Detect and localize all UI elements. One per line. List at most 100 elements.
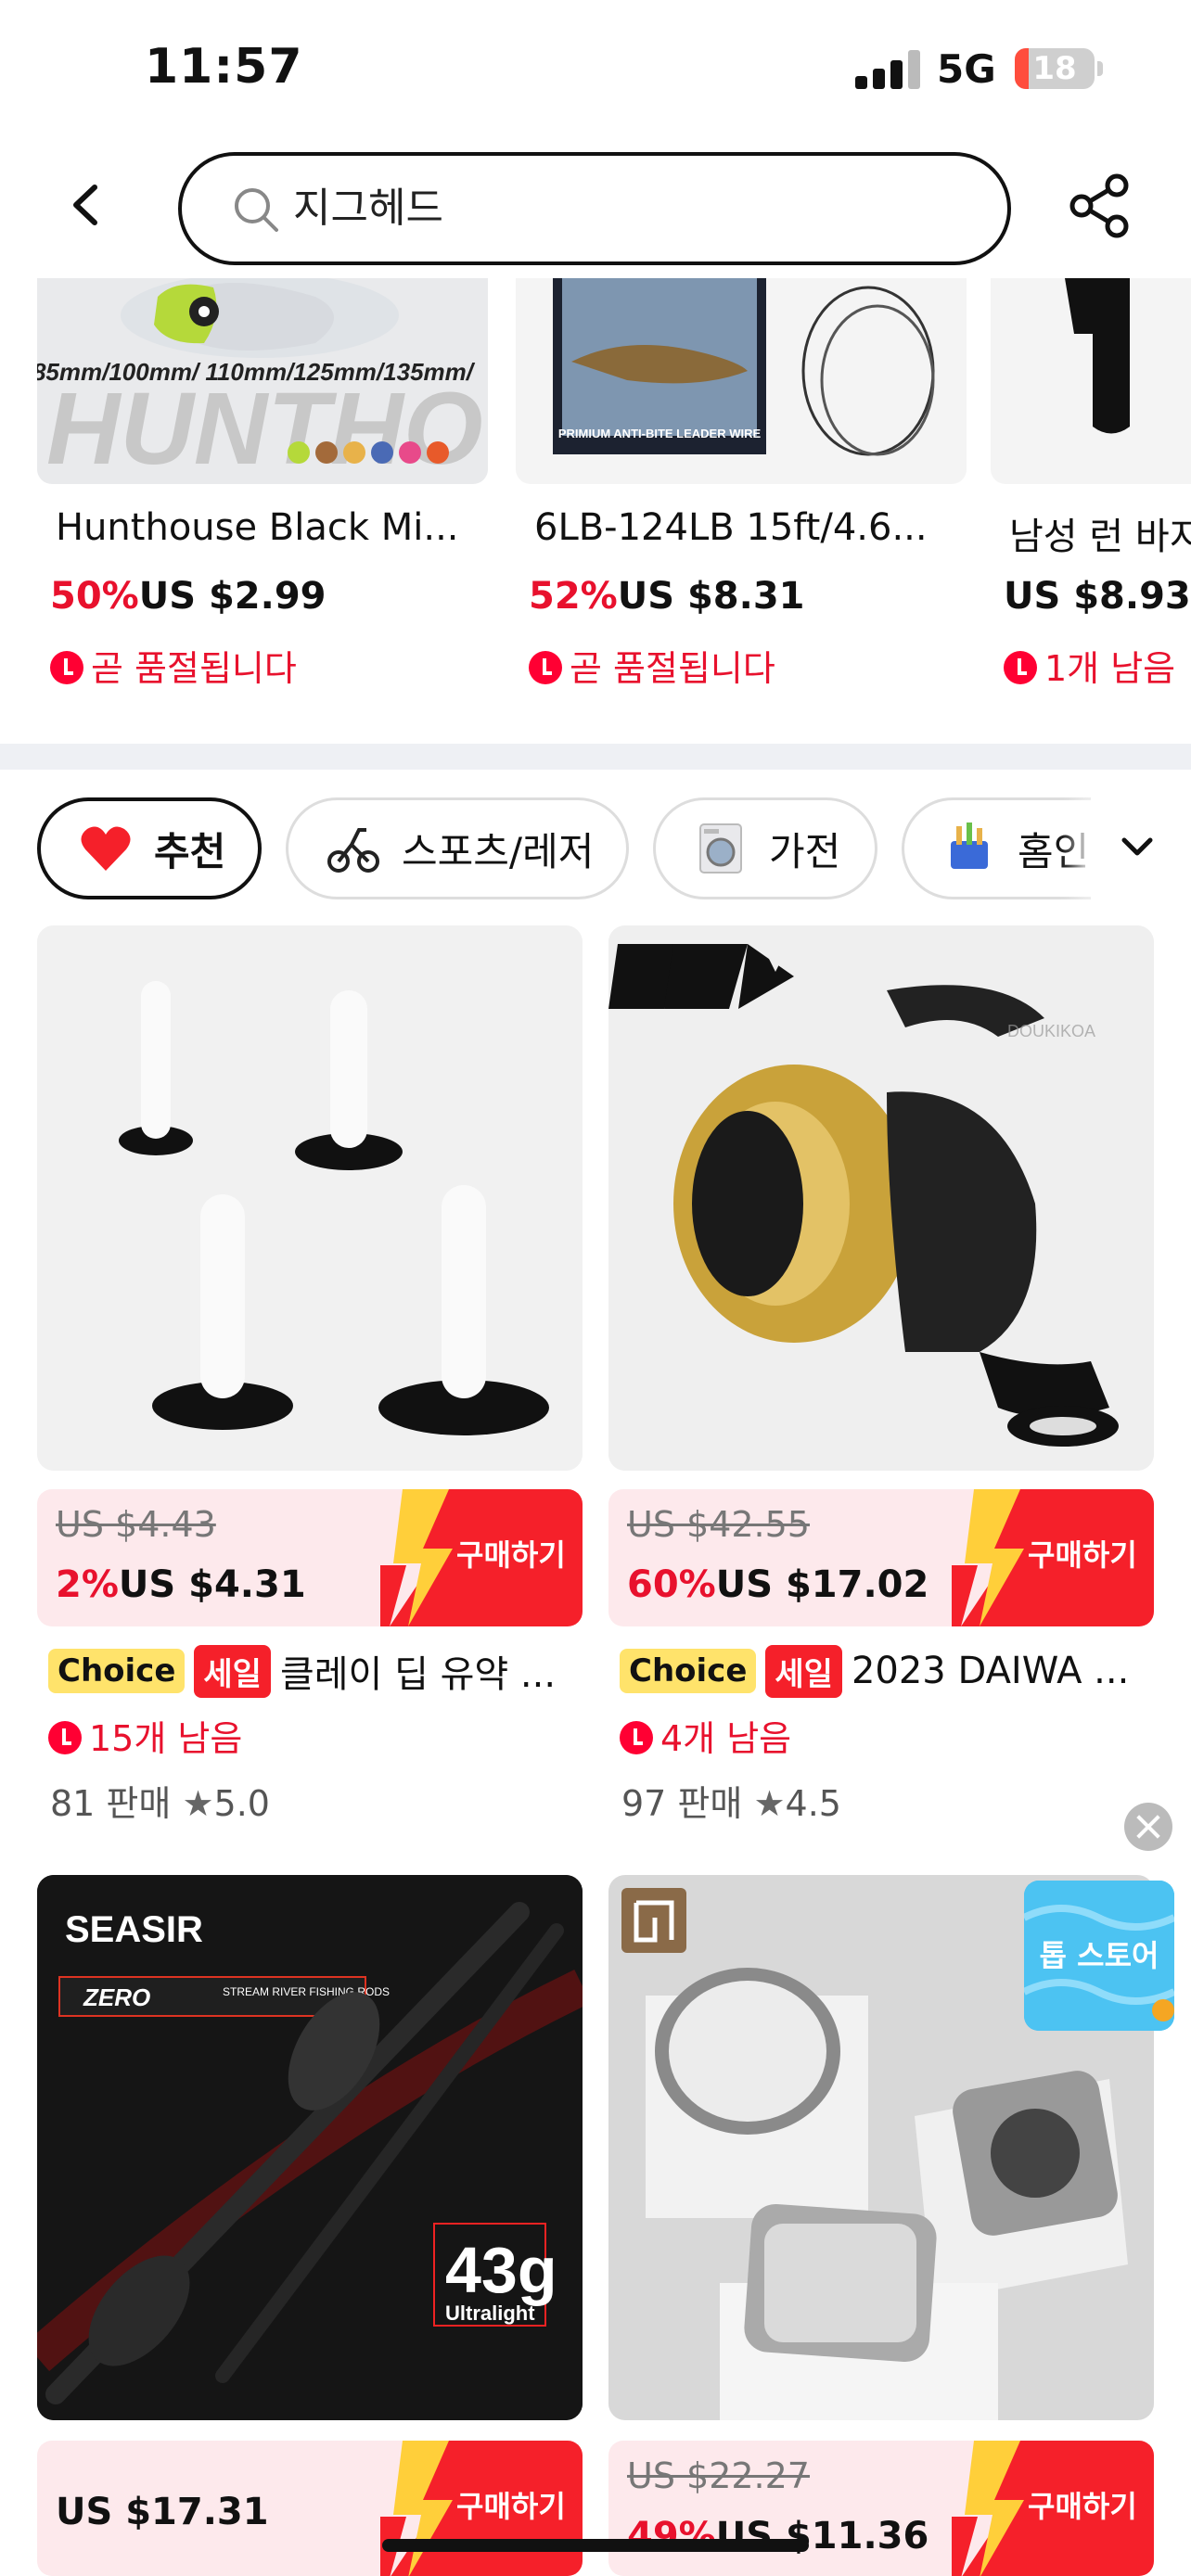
home-goods-icon	[951, 823, 988, 869]
sold-count: 81 판매	[50, 1783, 172, 1824]
urgency-text: 1개 남음	[1044, 648, 1176, 689]
expand-categories-button[interactable]	[1091, 797, 1191, 899]
chevron-down-icon	[1121, 837, 1153, 856]
top-store-floating-button[interactable]: 톱 스토어	[1024, 1881, 1174, 2031]
price-value: US $8.93	[1004, 575, 1191, 618]
strip-product-card[interactable]: 남성 런 바지 US $8.93 1개 남음	[991, 278, 1191, 740]
chip-recommend[interactable]: 추천	[37, 797, 262, 899]
product-price: US $8.93	[1004, 575, 1191, 618]
urgency-label: 1개 남음	[1004, 640, 1175, 691]
alarm-clock-icon	[48, 1721, 82, 1754]
back-button[interactable]	[56, 172, 121, 237]
heart-icon	[81, 826, 131, 871]
brand-text: SEASIR	[65, 1909, 203, 1950]
discount-percent: 50%	[50, 575, 139, 618]
battery-level: 18	[1032, 50, 1077, 87]
product-title: 클레이 딥 유약 ...	[279, 1653, 557, 1696]
home-indicator	[382, 2539, 809, 2552]
sale-price: 60%US $17.02	[627, 1563, 928, 1606]
rating-value: 5.0	[213, 1783, 270, 1824]
buy-now-button[interactable]: 구매하기	[380, 1489, 583, 1626]
alarm-clock-icon	[50, 651, 83, 684]
product-card[interactable]: US $4.43 2%US $4.31 구매하기 Choice 세일 클레이 딥…	[37, 925, 583, 1824]
product-image-text: 70mm/85mm/100mm/ 110mm/125mm/135mm/	[37, 358, 476, 386]
weight-sub-text: Ultralight	[445, 2302, 535, 2325]
price-banner: US $42.55 60%US $17.02 구매하기	[608, 1489, 1154, 1626]
chevron-left-icon	[73, 185, 97, 225]
sale-badge: 세일	[194, 1644, 271, 1698]
discount-percent: 52%	[529, 575, 618, 618]
urgency-text: 곧 품절됩니다	[91, 648, 297, 689]
buy-label: 구매하기	[1028, 1537, 1137, 1573]
chip-sports[interactable]: 스포츠/레저	[286, 797, 629, 899]
product-title: 2023 DAIWA ...	[851, 1650, 1130, 1692]
product-image	[991, 278, 1191, 484]
product-image: HUNTHOUS 70mm/85mm/100mm/ 110mm/125mm/13…	[37, 278, 488, 484]
stock-label: 4개 남음	[620, 1710, 791, 1761]
watermark-text: DOUKIKOA	[1007, 1022, 1095, 1040]
stock-label: 15개 남음	[48, 1710, 242, 1761]
buy-now-button[interactable]: 구매하기	[952, 1489, 1154, 1626]
status-time: 11:57	[145, 39, 303, 95]
chip-label: 가전	[769, 828, 841, 874]
product-card[interactable]: SEASIR ZERO STREAM RIVER FISHING RODS 43…	[37, 1875, 583, 2576]
alarm-clock-icon	[529, 651, 562, 684]
sale-price: 2%US $4.31	[56, 1563, 306, 1606]
discount-percent: 2%	[56, 1563, 119, 1606]
search-input[interactable]: 지그헤드	[178, 152, 1011, 265]
product-title-row: Choice 세일 2023 DAIWA ...	[620, 1643, 1154, 1699]
price-value: US $8.31	[617, 575, 805, 618]
sale-price: US $17.31	[56, 2491, 269, 2533]
sales-rating: 97 판매 ★4.5	[621, 1775, 841, 1826]
product-image: SEASIR ZERO STREAM RIVER FISHING RODS 43…	[37, 1875, 583, 2420]
buy-label: 구매하기	[456, 1537, 566, 1573]
strip-product-card[interactable]: HUNTHOUS 70mm/85mm/100mm/ 110mm/125mm/13…	[37, 278, 488, 740]
buy-now-button[interactable]: 구매하기	[380, 2441, 583, 2576]
buy-now-button[interactable]: 구매하기	[952, 2441, 1154, 2576]
product-title: 남성 런 바지	[1009, 516, 1191, 558]
price-value: US $17.31	[56, 2491, 269, 2533]
series-text: ZERO	[83, 1983, 150, 2011]
sales-rating: 81 판매 ★5.0	[50, 1775, 270, 1826]
price-banner: US $4.43 2%US $4.31 구매하기	[37, 1489, 583, 1626]
battery-nub	[1097, 61, 1103, 76]
close-floating-button[interactable]	[1124, 1803, 1172, 1851]
price-banner: US $22.27 49%US $11.36 구매하기	[608, 2441, 1154, 2576]
signal-icon	[855, 50, 920, 89]
search-icon	[235, 188, 278, 232]
stock-text: 15개 남음	[89, 1718, 243, 1759]
original-price: US $22.27	[627, 2455, 810, 2496]
battery-icon: 18	[1015, 48, 1095, 89]
strip-product-card[interactable]: PRIMIUM ANTI-BITE LEADER WIRE 6LB-124LB …	[516, 278, 967, 740]
sold-count: 97 판매	[621, 1783, 743, 1824]
recent-products-strip: HUNTHOUS 70mm/85mm/100mm/ 110mm/125mm/13…	[0, 278, 1191, 740]
star-icon: ★	[753, 1783, 786, 1824]
product-card[interactable]: DOUKIKOA US $42.55 60%US $17.02 구매하기 Cho…	[608, 925, 1154, 1824]
star-icon: ★	[182, 1783, 214, 1824]
stock-text: 4개 남음	[660, 1718, 792, 1759]
search-query: 지그헤드	[293, 185, 443, 232]
product-price: 50%US $2.99	[50, 575, 327, 618]
buy-label: 구매하기	[456, 2489, 566, 2524]
top-store-label: 톱 스토어	[1039, 1938, 1159, 1973]
price-value: US $2.99	[138, 575, 327, 618]
chip-appliances[interactable]: 가전	[653, 797, 877, 899]
washer-icon	[699, 823, 742, 874]
product-image-text: PRIMIUM ANTI-BITE LEADER WIRE	[558, 427, 762, 440]
chip-label: 스포츠/레저	[402, 828, 595, 874]
product-image: PRIMIUM ANTI-BITE LEADER WIRE	[516, 278, 967, 484]
share-button[interactable]	[1065, 171, 1135, 241]
alarm-clock-icon	[620, 1721, 653, 1754]
share-icon	[1069, 173, 1129, 238]
price-value: US $17.02	[715, 1563, 929, 1606]
product-title-row: Choice 세일 클레이 딥 유약 ...	[48, 1643, 583, 1699]
original-price: US $42.55	[627, 1504, 810, 1545]
product-price: 52%US $8.31	[529, 575, 805, 618]
network-label: 5G	[937, 46, 996, 92]
choice-badge: Choice	[620, 1649, 757, 1693]
product-title: 6LB-124LB 15ft/4.6...	[534, 506, 928, 549]
urgency-text: 곧 품절됩니다	[570, 648, 775, 689]
svg-text:HUNTHOUS: HUNTHOUS	[46, 372, 488, 484]
urgency-label: 곧 품절됩니다	[529, 640, 775, 691]
buy-label: 구매하기	[1028, 2489, 1137, 2524]
